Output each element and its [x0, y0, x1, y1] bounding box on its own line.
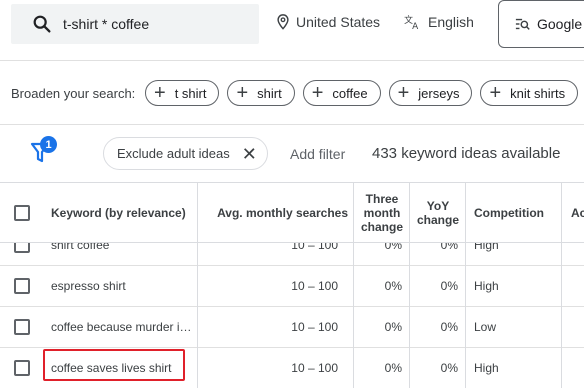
- select-all-checkbox[interactable]: [14, 205, 30, 221]
- row-avg-searches: 10 – 100: [291, 279, 338, 293]
- plus-icon: +: [489, 82, 502, 104]
- row-three-month: 0%: [384, 361, 402, 375]
- column-divider: [197, 243, 198, 388]
- header-keyword[interactable]: Keyword (by relevance): [51, 183, 197, 243]
- column-divider: [353, 183, 354, 243]
- search-icon: [33, 15, 51, 33]
- row-checkbox[interactable]: [14, 243, 30, 253]
- row-yoy: 0%: [440, 361, 458, 375]
- row-keyword: coffee because murder i…: [51, 320, 192, 334]
- row-competition: High: [474, 361, 499, 375]
- language-selector[interactable]: 文 A English: [404, 14, 474, 30]
- plus-icon: +: [154, 82, 166, 104]
- row-keyword: shirt coffee: [51, 243, 110, 252]
- broaden-chip-coffee[interactable]: + coffee: [302, 80, 381, 106]
- close-icon[interactable]: ✕: [242, 145, 257, 163]
- broaden-chip-jerseys[interactable]: + jerseys: [388, 80, 473, 106]
- column-divider: [353, 243, 354, 388]
- location-selector[interactable]: United States: [276, 14, 380, 30]
- table-row[interactable]: shirt coffee 10 – 100 0% 0% High: [0, 243, 584, 266]
- search-query[interactable]: t-shirt * coffee: [63, 16, 149, 32]
- column-divider: [197, 183, 198, 243]
- row-checkbox[interactable]: [14, 278, 30, 294]
- row-yoy: 0%: [440, 243, 458, 252]
- broaden-label: Broaden your search:: [11, 86, 136, 101]
- row-three-month: 0%: [384, 243, 402, 252]
- broaden-chips: + t shirt + shirt + coffee + jerseys + knit s…: [145, 80, 579, 106]
- row-checkbox[interactable]: [14, 319, 30, 335]
- plus-icon: +: [236, 82, 249, 104]
- column-divider: [561, 243, 562, 388]
- column-divider: [561, 183, 562, 243]
- column-divider: [409, 243, 410, 388]
- row-yoy: 0%: [440, 279, 458, 293]
- table-row[interactable]: coffee because murder i… 10 – 100 0% 0% …: [0, 307, 584, 348]
- exclude-chip-label: Exclude adult ideas: [117, 146, 230, 161]
- plus-icon: +: [397, 82, 410, 104]
- row-yoy: 0%: [440, 320, 458, 334]
- location-pin-icon: [277, 14, 289, 30]
- column-divider: [465, 183, 466, 243]
- search-network-icon: [515, 18, 530, 30]
- network-label: Google: [537, 16, 583, 32]
- header-next-column[interactable]: Ac: [571, 183, 584, 243]
- row-competition: High: [474, 279, 499, 293]
- filter-count-badge: 1: [40, 136, 57, 153]
- row-avg-searches: 10 – 100: [291, 361, 338, 375]
- table-row[interactable]: espresso shirt 10 – 100 0% 0% High: [0, 266, 584, 307]
- column-divider: [465, 243, 466, 388]
- row-avg-searches: 10 – 100: [291, 320, 338, 334]
- broaden-chip-shirt[interactable]: + shirt: [227, 80, 295, 106]
- header-avg-monthly-searches[interactable]: Avg. monthly searches: [198, 183, 348, 243]
- keyword-ideas-count: 433 keyword ideas available: [372, 145, 561, 162]
- language-label: English: [428, 14, 474, 30]
- row-competition: Low: [474, 320, 497, 334]
- header-divider: [0, 60, 584, 61]
- translate-icon: 文 A: [404, 14, 418, 30]
- select-all-cell: [14, 183, 30, 243]
- header-three-month-change[interactable]: Three month change: [354, 183, 410, 243]
- row-checkbox[interactable]: [14, 360, 30, 376]
- row-three-month: 0%: [384, 320, 402, 334]
- broaden-divider: [0, 124, 584, 125]
- table-header: Keyword (by relevance) Avg. monthly sear…: [0, 182, 584, 243]
- location-label: United States: [296, 14, 381, 30]
- row-competition: High: [474, 243, 499, 252]
- column-divider: [409, 183, 410, 243]
- keyword-search-box[interactable]: t-shirt * coffee: [11, 4, 259, 44]
- exclude-adult-ideas-chip[interactable]: Exclude adult ideas ✕: [103, 137, 268, 170]
- highlight-annotation-box: [43, 349, 185, 381]
- header-yoy-change[interactable]: YoY change: [410, 183, 466, 243]
- row-avg-searches: 10 – 100: [291, 243, 338, 252]
- row-keyword: espresso shirt: [51, 279, 126, 293]
- add-filter-button[interactable]: Add filter: [290, 146, 345, 162]
- plus-icon: +: [311, 82, 324, 104]
- row-three-month: 0%: [384, 279, 402, 293]
- search-network-button[interactable]: Google: [498, 0, 584, 48]
- broaden-chip-knit-shirts[interactable]: + knit shirts: [480, 80, 579, 106]
- svg-text:A: A: [412, 22, 418, 30]
- header-competition[interactable]: Competition: [474, 183, 554, 243]
- broaden-chip-t-shirt[interactable]: + t shirt: [145, 80, 220, 106]
